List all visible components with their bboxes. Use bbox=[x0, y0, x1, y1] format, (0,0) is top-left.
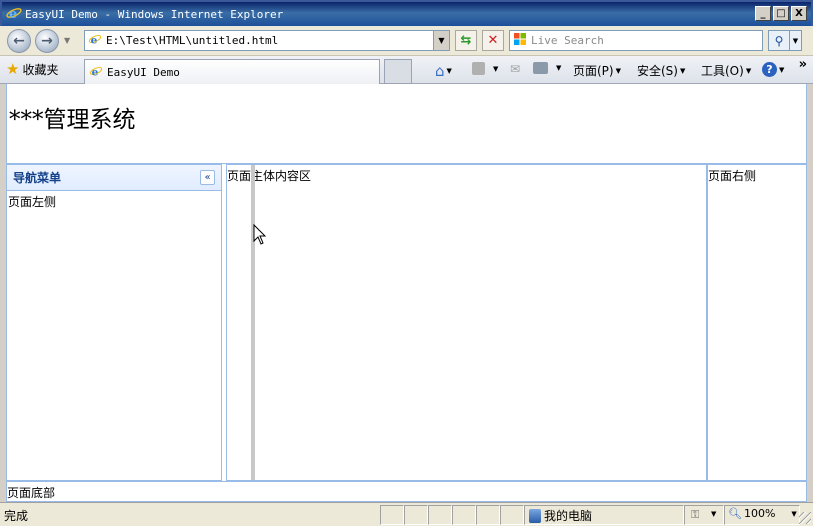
zoom-icon: 🔍︎ bbox=[728, 507, 742, 520]
safety-menu-label: 安全(S) bbox=[637, 64, 678, 78]
south-panel-content: 页面底部 bbox=[7, 486, 56, 500]
back-button[interactable]: ← bbox=[7, 29, 31, 53]
mouse-cursor-icon bbox=[253, 223, 267, 249]
feeds-button[interactable]: ▼ bbox=[472, 62, 498, 75]
maximize-button[interactable]: □ bbox=[773, 6, 789, 21]
arrow-right-icon: → bbox=[41, 33, 53, 49]
status-cell bbox=[452, 505, 476, 525]
security-zone[interactable]: 我的电脑 bbox=[529, 507, 592, 524]
refresh-button[interactable]: ⇆ bbox=[455, 30, 477, 51]
window-titlebar[interactable]: e EasyUI Demo - Windows Internet Explore… bbox=[0, 0, 813, 26]
east-panel-content: 页面右侧 bbox=[708, 169, 757, 183]
print-dropdown-icon[interactable]: ▼ bbox=[556, 64, 561, 72]
search-options-dropdown[interactable]: ▼ bbox=[790, 30, 802, 51]
protected-mode-cell[interactable]: ⚿ ▼ bbox=[684, 505, 724, 525]
zoom-dropdown-icon: ▼ bbox=[791, 509, 797, 518]
collapse-left-icon[interactable]: « bbox=[200, 170, 215, 185]
tab-easyui-demo[interactable]: e EasyUI Demo bbox=[84, 59, 380, 84]
center-panel-content: 页面主体内容区 bbox=[227, 169, 312, 183]
protected-mode-dropdown-icon: ▼ bbox=[711, 510, 717, 518]
print-button[interactable]: ▼ bbox=[533, 62, 561, 74]
page-menu-dropdown-icon: ▼ bbox=[615, 66, 621, 75]
history-dropdown-icon[interactable]: ▼ bbox=[64, 36, 70, 45]
close-button[interactable]: X bbox=[791, 6, 807, 21]
layout-south: 页面底部 bbox=[6, 481, 807, 502]
page-icon: e bbox=[88, 32, 102, 49]
drag-splitter[interactable] bbox=[251, 165, 255, 480]
layout-center: 页面主体内容区 bbox=[226, 164, 707, 481]
status-text: 完成 bbox=[4, 509, 29, 523]
page-viewport: ***管理系统 导航菜单 « 页面左侧 页面主体内容区 页面右侧 页面底部 bbox=[0, 84, 813, 502]
resize-grip[interactable] bbox=[799, 512, 811, 524]
read-mail-button[interactable]: ✉ bbox=[510, 62, 520, 76]
svg-text:e: e bbox=[92, 66, 99, 78]
home-button[interactable]: ⌂ ▼ bbox=[435, 62, 452, 80]
tab-bar: ★ 收藏夹 e EasyUI Demo ⌂ ▼ ▼ ✉ ▼ 页面(P) ▼ 安全(S… bbox=[0, 56, 813, 84]
status-cell bbox=[476, 505, 500, 525]
svg-text:e: e bbox=[91, 34, 98, 46]
search-icon: ⚲ bbox=[774, 33, 784, 48]
layout-west: 导航菜单 « 页面左侧 bbox=[6, 164, 222, 481]
tools-menu[interactable]: 工具(O) ▼ bbox=[701, 62, 751, 79]
svg-text:e: e bbox=[9, 7, 17, 21]
minimize-button[interactable]: _ bbox=[755, 6, 771, 21]
navigation-bar: ← → ▼ e E:\Test\HTML\untitled.html ▼ ⇆ ✕… bbox=[0, 26, 813, 56]
windows-flag-icon bbox=[513, 32, 527, 49]
refresh-icon: ⇆ bbox=[460, 33, 472, 48]
stop-button[interactable]: ✕ bbox=[482, 30, 504, 51]
west-panel-title: 导航菜单 bbox=[13, 171, 62, 185]
home-dropdown-icon[interactable]: ▼ bbox=[447, 67, 452, 75]
status-cell bbox=[380, 505, 404, 525]
zoom-level: 100% bbox=[743, 507, 776, 520]
computer-icon bbox=[529, 508, 541, 523]
security-zone-label: 我的电脑 bbox=[544, 509, 593, 523]
search-button[interactable]: ⚲ bbox=[768, 30, 790, 51]
layout-east: 页面右侧 bbox=[707, 164, 807, 481]
lock-icon: ⚿ bbox=[691, 508, 700, 521]
forward-button[interactable]: → bbox=[35, 29, 59, 53]
ie-logo-icon: e bbox=[6, 5, 22, 24]
home-icon: ⌂ bbox=[435, 62, 445, 80]
west-panel-header: 导航菜单 « bbox=[7, 165, 221, 191]
mail-icon: ✉ bbox=[510, 62, 521, 76]
status-bar: 完成 我的电脑 ⚿ ▼ 🔍︎ 100% ▼ bbox=[0, 502, 813, 526]
printer-icon bbox=[533, 62, 548, 74]
page-menu[interactable]: 页面(P) ▼ bbox=[573, 62, 621, 79]
chevron-more-icon[interactable]: » bbox=[799, 57, 807, 72]
west-panel-content: 页面左侧 bbox=[8, 195, 57, 209]
tools-menu-dropdown-icon: ▼ bbox=[745, 66, 752, 75]
tools-menu-label: 工具(O) bbox=[701, 64, 744, 78]
tab-page-icon: e bbox=[89, 64, 103, 81]
new-tab-button[interactable] bbox=[384, 59, 412, 84]
safety-menu-dropdown-icon: ▼ bbox=[679, 66, 686, 75]
address-bar[interactable]: e E:\Test\HTML\untitled.html ▼ bbox=[84, 30, 450, 51]
system-title: ***管理系统 bbox=[9, 107, 136, 133]
search-input[interactable]: Live Search bbox=[531, 34, 604, 47]
status-cell bbox=[404, 505, 428, 525]
tab-title: EasyUI Demo bbox=[107, 65, 180, 79]
address-dropdown-icon[interactable]: ▼ bbox=[433, 31, 449, 50]
arrow-left-icon: ← bbox=[13, 33, 25, 49]
window-title: EasyUI Demo - Windows Internet Explorer bbox=[25, 7, 284, 21]
favorites-label: 收藏夹 bbox=[22, 63, 59, 77]
star-icon: ★ bbox=[6, 60, 20, 78]
stop-icon: ✕ bbox=[487, 33, 499, 48]
favorites-button[interactable]: ★ 收藏夹 bbox=[6, 61, 58, 78]
help-dropdown-icon: ▼ bbox=[779, 65, 785, 74]
address-url[interactable]: E:\Test\HTML\untitled.html bbox=[106, 34, 278, 47]
help-icon: ? bbox=[762, 62, 777, 77]
layout-north: ***管理系统 bbox=[6, 84, 807, 164]
page-menu-label: 页面(P) bbox=[573, 64, 614, 78]
status-cell bbox=[500, 505, 524, 525]
help-button[interactable]: ? ▼ bbox=[762, 62, 784, 77]
safety-menu[interactable]: 安全(S) ▼ bbox=[637, 62, 685, 79]
rss-feed-icon bbox=[472, 62, 485, 75]
feeds-dropdown-icon[interactable]: ▼ bbox=[493, 65, 498, 73]
zoom-control[interactable]: 🔍︎ 100% ▼ bbox=[728, 507, 797, 520]
search-box[interactable]: Live Search bbox=[509, 30, 763, 51]
status-cell bbox=[428, 505, 452, 525]
